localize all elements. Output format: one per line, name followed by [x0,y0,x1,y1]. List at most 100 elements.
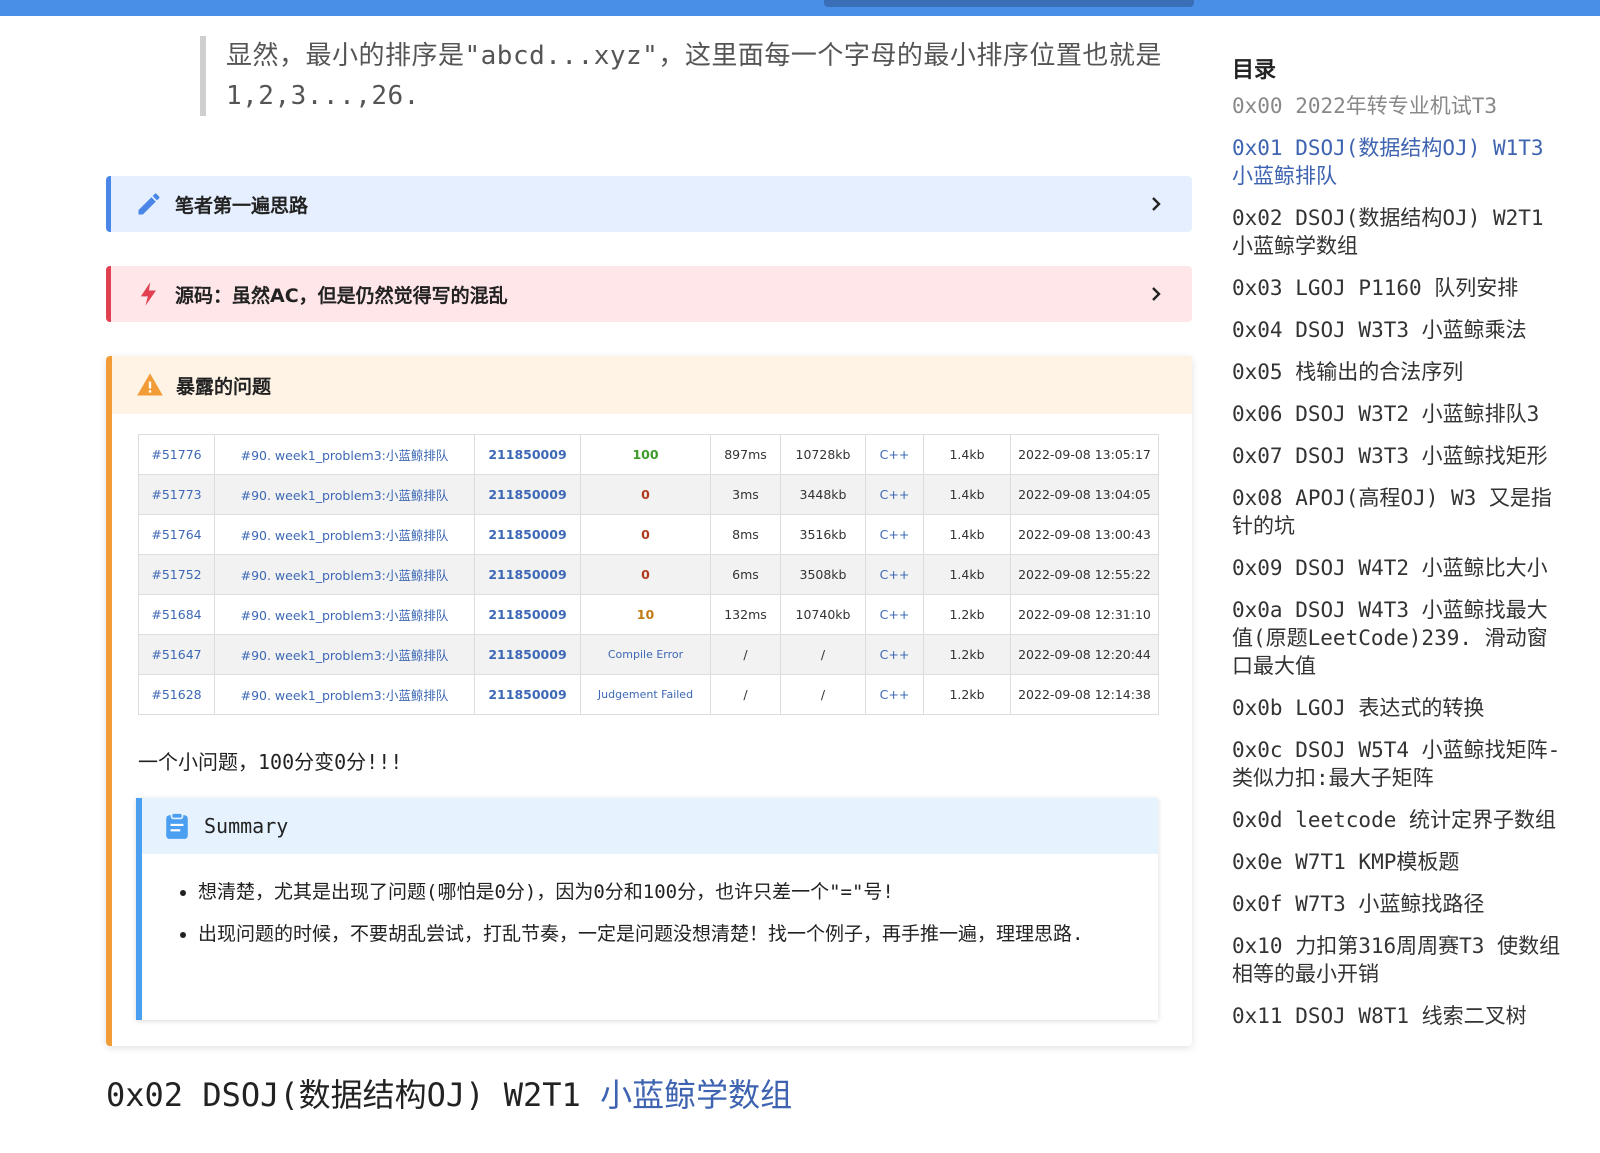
toc-item[interactable]: 0x10 力扣第316周周赛T3 使数组相等的最小开销 [1232,932,1562,988]
cell-time: / [710,634,781,675]
toc-item[interactable]: 0x05 栈输出的合法序列 [1232,358,1562,386]
table-of-contents: 目录 0x00 2022年转专业机试T3 0x01 DSOJ(数据结构OJ) W1… [1232,52,1562,1044]
toc-item[interactable]: 0x0d leetcode 统计定界子数组 [1232,806,1562,834]
cell-lang[interactable]: C++ [865,594,924,635]
cell-memory: / [780,674,866,715]
cell-user[interactable]: 211850009 [474,434,581,475]
cell-id[interactable]: #51628 [138,674,215,715]
table-row: #51764 #90. week1_problem3:小蓝鲸排队 211850009… [138,514,1159,555]
cell-id[interactable]: #51684 [138,594,215,635]
cell-user[interactable]: 211850009 [474,634,581,675]
cell-problem[interactable]: #90. week1_problem3:小蓝鲸排队 [214,474,475,515]
cell-id[interactable]: #51773 [138,474,215,515]
toc-item[interactable]: 0x07 DSOJ W3T3 小蓝鲸找矩形 [1232,442,1562,470]
summary-header: Summary [142,798,1158,854]
toc-item[interactable]: 0x04 DSOJ W3T3 小蓝鲸乘法 [1232,316,1562,344]
admonition-title: 笔者第一遍思路 [175,194,309,217]
section-heading: 0x02 DSOJ(数据结构OJ) W2T1 小蓝鲸学数组 [106,1070,792,1116]
toc-item[interactable]: 0x09 DSOJ W4T2 小蓝鲸比大小 [1232,554,1562,582]
cell-time: 6ms [710,554,781,595]
section-heading-prefix: 0x02 DSOJ(数据结构OJ) W2T1 [106,1076,601,1114]
toc-item[interactable]: 0x0c DSOJ W5T4 小蓝鲸找矩阵-类似力扣:最大子矩阵 [1232,736,1562,792]
cell-size: 1.2kb [923,634,1011,675]
table-row: #51773 #90. week1_problem3:小蓝鲸排队 211850009… [138,474,1159,515]
cell-user[interactable]: 211850009 [474,594,581,635]
cell-memory: 3508kb [780,554,866,595]
cell-score[interactable]: Compile Error [580,634,711,675]
cell-score[interactable]: Judgement Failed [580,674,711,715]
cell-problem[interactable]: #90. week1_problem3:小蓝鲸排队 [214,674,475,715]
admonition-first-idea[interactable]: 笔者第一遍思路 [106,176,1192,232]
admonition-header[interactable]: 笔者第一遍思路 [111,176,1192,232]
cell-memory: 10728kb [780,434,866,475]
summary-item: 出现问题的时候，不要胡乱尝试，打乱节奏，一定是问题没想清楚！找一个例子，再手推一… [198,918,1158,950]
summary-box: Summary 想清楚，尤其是出现了问题(哪怕是0分)，因为0分和100分，也许… [136,798,1158,1020]
cell-lang[interactable]: C++ [865,634,924,675]
lightning-icon [140,282,156,306]
toc-item[interactable]: 0x0a DSOJ W4T3 小蓝鲸找最大值(原题LeetCode)239. 滑… [1232,596,1562,680]
cell-lang[interactable]: C++ [865,674,924,715]
cell-problem[interactable]: #90. week1_problem3:小蓝鲸排队 [214,554,475,595]
scroll-progress-indicator [824,0,1194,7]
cell-size: 1.4kb [923,514,1011,555]
cell-user[interactable]: 211850009 [474,554,581,595]
cell-user[interactable]: 211850009 [474,674,581,715]
cell-date: 2022-09-08 12:20:44 [1010,634,1159,675]
admonition-problems: 暴露的问题 #51776 #90. week1_problem3:小蓝鲸排队 211… [106,356,1192,1046]
cell-time: 8ms [710,514,781,555]
cell-memory: 3448kb [780,474,866,515]
quote-line-1: 显然，最小的排序是"abcd...xyz"，这里面每一个字母的最小排序位置也就是 [226,41,1162,71]
cell-score[interactable]: 100 [580,434,711,475]
cell-problem[interactable]: #90. week1_problem3:小蓝鲸排队 [214,594,475,635]
cell-score[interactable]: 0 [580,514,711,555]
admonition-header[interactable]: 源码：虽然AC，但是仍然觉得写的混乱 [111,266,1192,322]
blockquote: 显然，最小的排序是"abcd...xyz"，这里面每一个字母的最小排序位置也就是… [200,36,1176,116]
toc-item[interactable]: 0x0b LGOJ 表达式的转换 [1232,694,1562,722]
chevron-right-icon[interactable] [1144,282,1168,306]
cell-date: 2022-09-08 13:05:17 [1010,434,1159,475]
toc-title: 目录 [1232,58,1277,83]
cell-date: 2022-09-08 13:04:05 [1010,474,1159,515]
cell-lang[interactable]: C++ [865,434,924,475]
toc-item[interactable]: 0x08 APOJ(高程OJ) W3 又是指针的坑 [1232,484,1562,540]
cell-lang[interactable]: C++ [865,554,924,595]
cell-time: 132ms [710,594,781,635]
cell-score[interactable]: 10 [580,594,711,635]
cell-size: 1.2kb [923,594,1011,635]
toc-item[interactable]: 0x06 DSOJ W3T2 小蓝鲸排队3 [1232,400,1562,428]
cell-problem[interactable]: #90. week1_problem3:小蓝鲸排队 [214,514,475,555]
toc-item[interactable]: 0x03 LGOJ P1160 队列安排 [1232,274,1562,302]
admonition-title: 源码：虽然AC，但是仍然觉得写的混乱 [175,284,508,307]
toc-item[interactable]: 0x0e W7T1 KMP模板题 [1232,848,1562,876]
admonition-source-code[interactable]: 源码：虽然AC，但是仍然觉得写的混乱 [106,266,1192,322]
toc-item[interactable]: 0x00 2022年转专业机试T3 [1232,92,1562,120]
cell-lang[interactable]: C++ [865,514,924,555]
cell-date: 2022-09-08 12:55:22 [1010,554,1159,595]
table-row: #51647 #90. week1_problem3:小蓝鲸排队 211850009… [138,634,1159,675]
cell-id[interactable]: #51776 [138,434,215,475]
toc-item[interactable]: 0x11 DSOJ W8T1 线索二叉树 [1232,1002,1562,1030]
cell-problem[interactable]: #90. week1_problem3:小蓝鲸排队 [214,634,475,675]
toc-item[interactable]: 0x01 DSOJ(数据结构OJ) W1T3 小蓝鲸排队 [1232,134,1562,190]
quote-line-2: 1,2,3...,26. [226,81,420,111]
cell-id[interactable]: #51752 [138,554,215,595]
cell-date: 2022-09-08 12:14:38 [1010,674,1159,715]
cell-user[interactable]: 211850009 [474,514,581,555]
cell-problem[interactable]: #90. week1_problem3:小蓝鲸排队 [214,434,475,475]
note-text: 一个小问题，100分变0分!!! [138,750,403,774]
cell-user[interactable]: 211850009 [474,474,581,515]
cell-score[interactable]: 0 [580,554,711,595]
cell-size: 1.2kb [923,674,1011,715]
cell-lang[interactable]: C++ [865,474,924,515]
toc-item[interactable]: 0x02 DSOJ(数据结构OJ) W2T1 小蓝鲸学数组 [1232,204,1562,260]
chevron-right-icon[interactable] [1144,192,1168,216]
cell-score[interactable]: 0 [580,474,711,515]
cell-time: 3ms [710,474,781,515]
cell-time: / [710,674,781,715]
table-row: #51752 #90. week1_problem3:小蓝鲸排队 211850009… [138,554,1159,595]
section-heading-link[interactable]: 小蓝鲸学数组 [600,1076,792,1114]
cell-id[interactable]: #51647 [138,634,215,675]
summary-title: Summary [204,814,289,838]
toc-item[interactable]: 0x0f W7T3 小蓝鲸找路径 [1232,890,1562,918]
cell-id[interactable]: #51764 [138,514,215,555]
